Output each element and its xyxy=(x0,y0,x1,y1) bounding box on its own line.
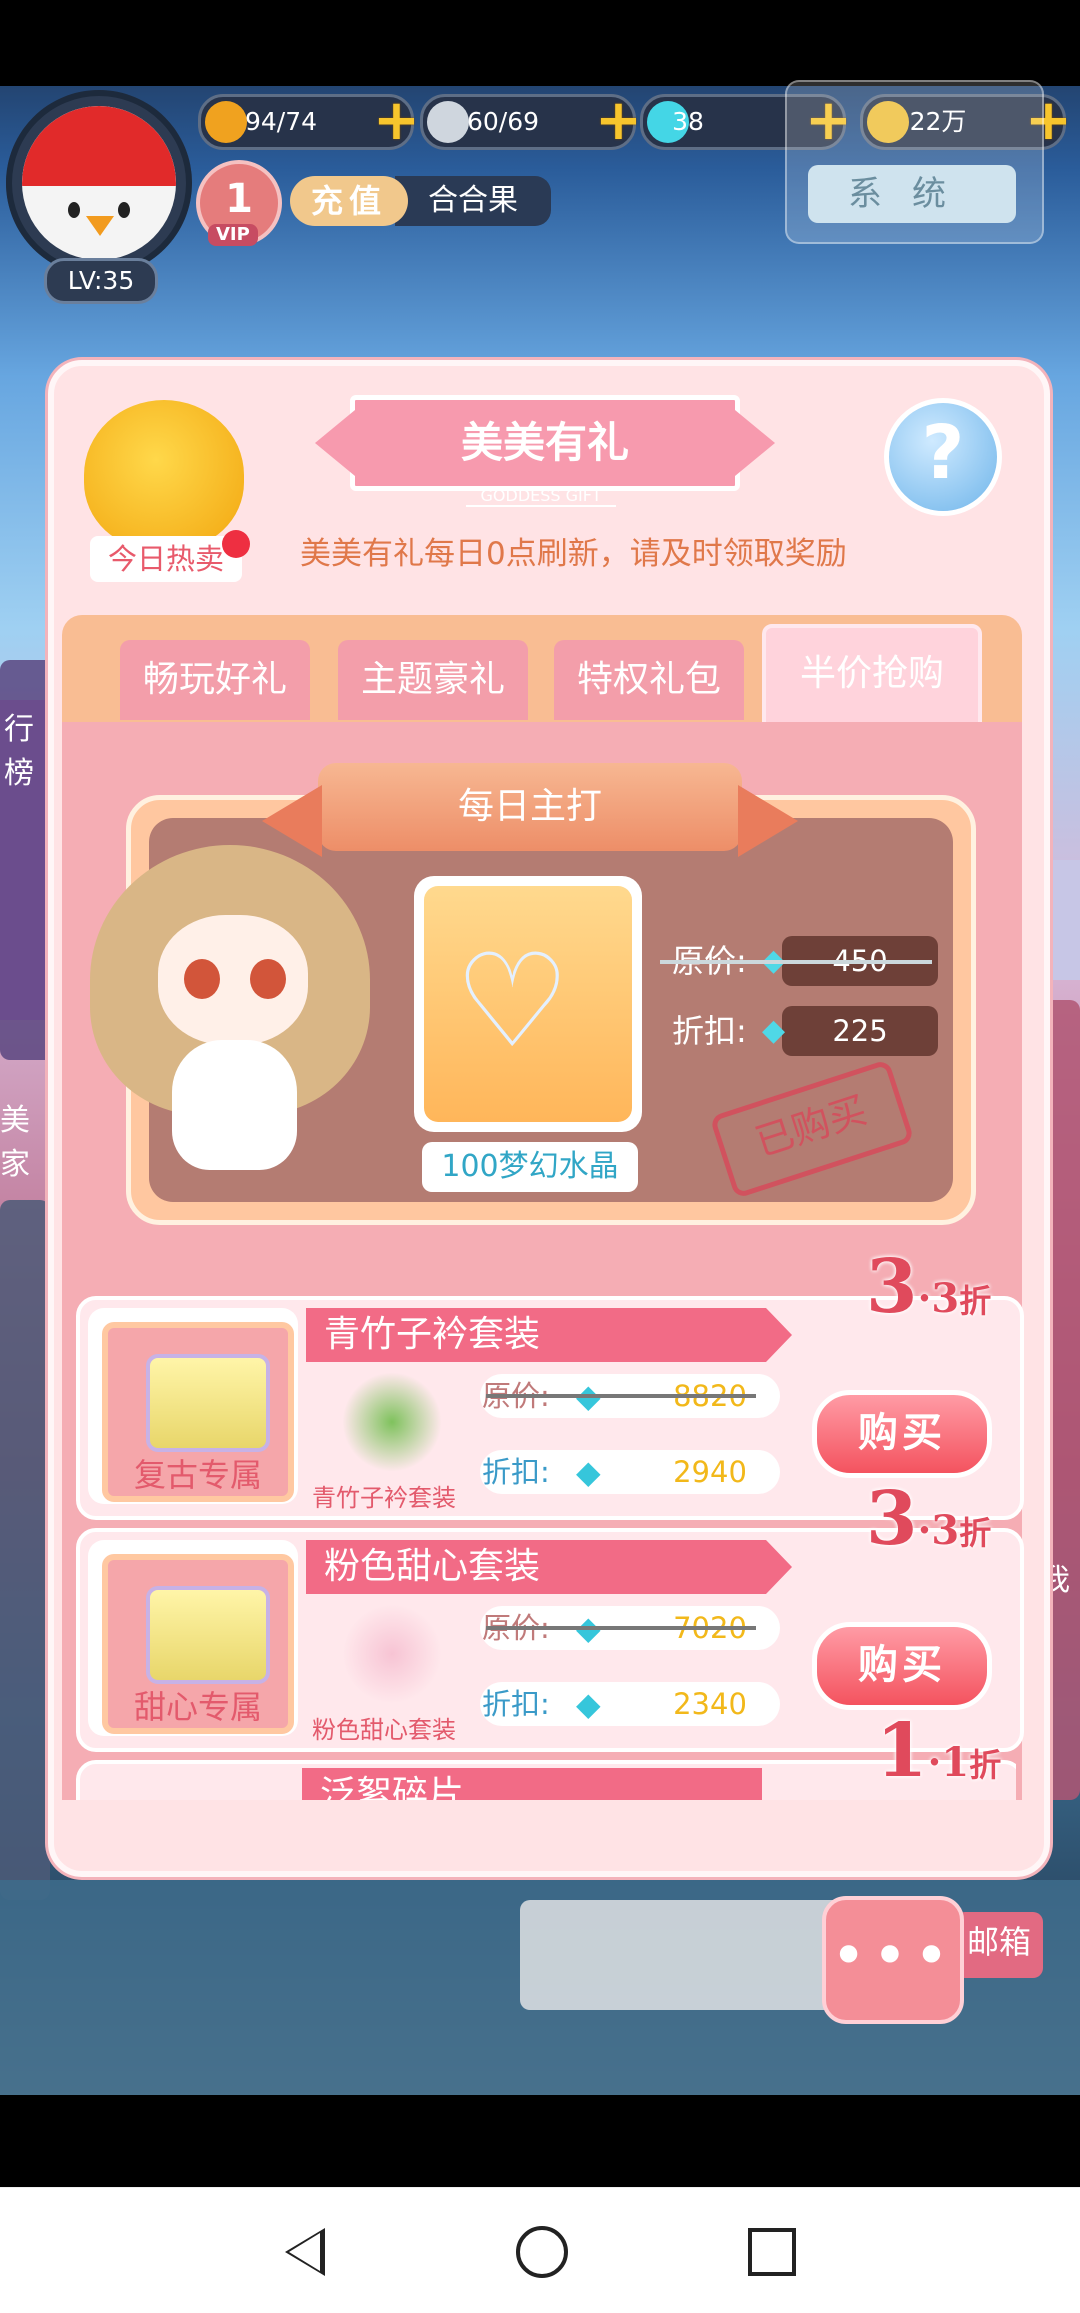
mail-button[interactable]: 邮箱 xyxy=(955,1912,1043,1978)
treasure-bag-icon xyxy=(84,400,244,550)
discount-badge: 3·3折 xyxy=(866,1476,991,1562)
home-label: 美家 xyxy=(0,1103,30,1182)
feather-resource: 60/69 + xyxy=(420,93,642,150)
vip-label: VIP xyxy=(208,224,258,246)
discount-price-label: 折扣: xyxy=(672,1012,747,1050)
discount-price-value: 2340 xyxy=(673,1687,747,1721)
pink-outfit-icon xyxy=(342,1604,442,1704)
player-name: 合合果 xyxy=(395,176,551,226)
package-row-clipped: 泛絮碎片 xyxy=(76,1760,1016,1800)
diamond-icon: ◆ xyxy=(576,1453,601,1491)
popup-subtitle: GODDESS GIFT xyxy=(466,486,616,507)
home-icon[interactable] xyxy=(516,2226,568,2278)
package-name: 泛絮碎片 xyxy=(302,1768,762,1800)
package-category: 甜心专属 xyxy=(133,1688,262,1726)
package-thumbnail[interactable]: 复古专属 xyxy=(102,1322,294,1502)
package-item-label: 粉色甜心套装 xyxy=(312,1716,456,1744)
discount-unit: 折 xyxy=(959,1282,992,1320)
tab-theme-gifts[interactable]: 主题豪礼 xyxy=(338,640,528,720)
tab-privilege-pack[interactable]: 特权礼包 xyxy=(554,640,744,720)
help-button[interactable]: ? xyxy=(884,398,1002,516)
gift-chest-icon xyxy=(146,1586,270,1684)
avatar[interactable] xyxy=(6,90,192,276)
energy-resource: 94/74 + xyxy=(198,93,420,150)
ranking-side-panel[interactable]: 行榜 美家 xyxy=(0,700,46,1182)
hot-sale-button[interactable]: 今日热卖 xyxy=(72,370,262,590)
featured-discount-price: 折扣: 225 ◆ xyxy=(672,1006,938,1056)
bamboo-icon xyxy=(342,1372,442,1472)
discount-unit: 折 xyxy=(959,1514,992,1552)
daily-featured-ribbon: 每日主打 xyxy=(262,763,798,857)
swan-crystal-icon: ♡ xyxy=(454,925,571,1077)
strikethrough-line xyxy=(660,960,932,964)
feather-value: 60/69 xyxy=(466,107,540,136)
discount-major: 3 xyxy=(866,1244,918,1330)
discount-minor: ·3 xyxy=(917,1275,960,1322)
gift-chest-icon xyxy=(146,1354,270,1452)
discount-badge: 1·1折 xyxy=(876,1708,1001,1794)
discount-price-value: 2940 xyxy=(673,1455,747,1489)
diamond-icon: ◆ xyxy=(576,1685,601,1723)
hot-sale-label: 今日热卖 xyxy=(90,536,242,582)
discount-price-value: 225 xyxy=(782,1006,938,1056)
strikethrough-line xyxy=(486,1394,756,1398)
popup-title: 美美有礼 xyxy=(315,395,775,491)
ranking-label: 行榜 xyxy=(4,712,34,791)
add-feather-icon[interactable]: + xyxy=(595,93,642,149)
popup-description: 美美有礼每日0点刷新，请及时领取奖励 xyxy=(300,536,847,572)
discount-price-label: 折扣: xyxy=(482,1455,550,1489)
add-energy-icon[interactable]: + xyxy=(373,93,420,149)
discount-price-label: 折扣: xyxy=(482,1687,550,1721)
vip-badge[interactable]: 1 VIP xyxy=(196,160,282,246)
tab-fun-gifts[interactable]: 畅玩好礼 xyxy=(120,640,310,720)
energy-value: 94/74 xyxy=(244,107,318,136)
notification-dot xyxy=(222,530,250,558)
vip-level: 1 xyxy=(225,176,253,222)
discount-minor: ·3 xyxy=(917,1507,960,1554)
discount-major: 1 xyxy=(876,1708,928,1794)
discount-minor: ·1 xyxy=(927,1739,970,1786)
status-bar xyxy=(0,0,1080,86)
buy-button[interactable]: 购买 xyxy=(812,1622,992,1710)
tab-half-price[interactable]: 半价抢购 xyxy=(762,624,982,730)
strikethrough-line xyxy=(486,1626,756,1630)
chicken-avatar-icon xyxy=(22,106,176,260)
package-category: 复古专属 xyxy=(133,1456,262,1494)
package-name: 粉色甜心套装 xyxy=(306,1540,792,1594)
featured-item-name: 100梦幻水晶 xyxy=(422,1142,638,1192)
featured-item-card[interactable]: ♡ xyxy=(414,876,642,1132)
package-item-label: 青竹子衿套装 xyxy=(312,1484,456,1512)
recharge-button[interactable]: 充值 xyxy=(290,176,408,226)
buy-button[interactable]: 购买 xyxy=(812,1390,992,1478)
diamond-icon: ◆ xyxy=(762,1013,786,1048)
more-button[interactable]: ••• xyxy=(822,1896,964,2024)
discount-badge: 3·3折 xyxy=(866,1244,991,1330)
discount-unit: 折 xyxy=(969,1746,1002,1784)
package-thumbnail[interactable]: 甜心专属 xyxy=(102,1554,294,1734)
level-badge: LV:35 xyxy=(44,258,158,304)
diamond-value: 38 xyxy=(672,107,704,136)
package-name: 青竹子衿套装 xyxy=(306,1308,792,1362)
chibi-girl-character xyxy=(80,845,390,1185)
back-icon[interactable] xyxy=(285,2228,325,2276)
system-button[interactable]: 系统 xyxy=(808,165,1016,223)
recent-apps-icon[interactable] xyxy=(748,2228,796,2276)
discount-major: 3 xyxy=(866,1476,918,1562)
